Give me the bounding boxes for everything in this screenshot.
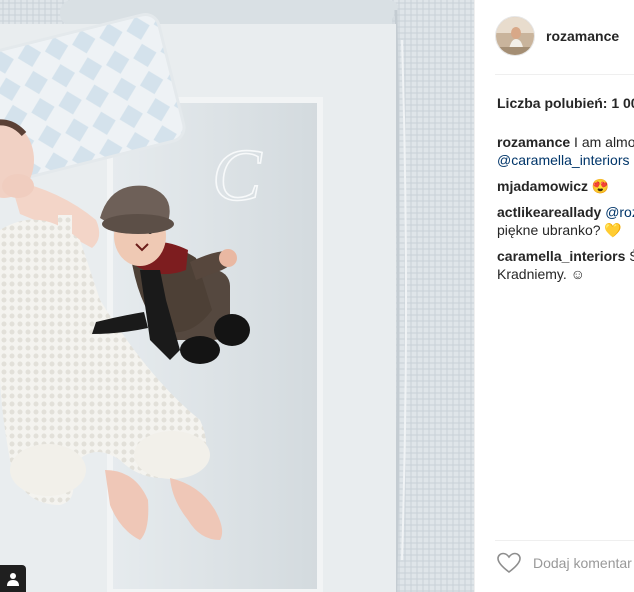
comment-text: 😍 xyxy=(588,178,610,194)
photo-canvas: C xyxy=(0,0,474,592)
post-photo[interactable]: C xyxy=(0,0,474,592)
comment-mention[interactable]: @roz xyxy=(605,204,634,220)
avatar-image xyxy=(496,17,534,55)
monogram-embroidery: C xyxy=(212,135,263,217)
heart-icon[interactable] xyxy=(497,552,521,574)
comment-username[interactable]: actlikeareallady xyxy=(497,204,601,220)
likes-count[interactable]: Liczba polubień: 1 00 xyxy=(497,95,634,111)
comment: mjadamowicz 😍 xyxy=(497,177,634,195)
comment-text-continued: piękne ubranko? 💛 xyxy=(497,222,622,238)
post-header: rozamance xyxy=(495,16,619,56)
comment-text: I am almo xyxy=(570,134,634,150)
comment: actlikeareallady @roz piękne ubranko? 💛 xyxy=(497,203,634,239)
comment-username[interactable]: mjadamowicz xyxy=(497,178,588,194)
user-tags-button[interactable] xyxy=(0,565,26,592)
post-author-username[interactable]: rozamance xyxy=(546,28,619,44)
comment-mention[interactable]: @caramella_interiors xyxy=(497,152,629,168)
avatar[interactable] xyxy=(495,16,535,56)
comment: caramella_interiors Ś Kradniemy. ☺ xyxy=(497,247,634,283)
header-divider xyxy=(495,74,634,75)
comment-text-continued: Kradniemy. ☺ xyxy=(497,266,585,282)
comment: rozamance I am almo @caramella_interiors xyxy=(497,133,634,169)
post-side-panel: rozamance Liczba polubień: 1 00 rozamanc… xyxy=(474,0,634,592)
footer-divider xyxy=(495,540,634,541)
comment-username[interactable]: rozamance xyxy=(497,134,570,150)
comment-text: Ś xyxy=(625,248,634,264)
comments-list: rozamance I am almo @caramella_interiors… xyxy=(497,133,634,291)
person-icon xyxy=(7,572,19,586)
add-comment-input[interactable]: Dodaj komentar xyxy=(533,555,632,571)
comment-username[interactable]: caramella_interiors xyxy=(497,248,625,264)
